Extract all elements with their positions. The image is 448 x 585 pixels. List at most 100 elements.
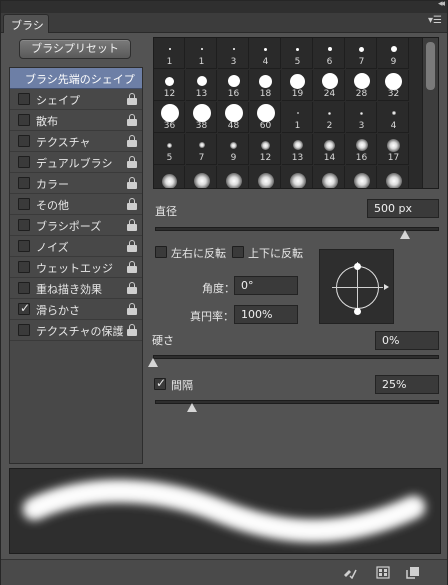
lock-icon[interactable] bbox=[127, 156, 137, 168]
diameter-slider-handle[interactable] bbox=[399, 230, 410, 239]
brush-tip-cell[interactable]: 17 bbox=[378, 134, 409, 165]
brush-presets-button[interactable]: ブラシプリセット bbox=[19, 39, 131, 59]
brush-tip-cell[interactable] bbox=[250, 166, 281, 188]
spacing-checkbox[interactable]: ✓ bbox=[154, 376, 166, 390]
brush-tip-cell[interactable]: 5 bbox=[282, 38, 313, 69]
brush-tip-cell[interactable]: 18 bbox=[250, 70, 281, 101]
roundness-handle-bottom[interactable] bbox=[354, 308, 361, 315]
brush-grid-scrollbar[interactable] bbox=[422, 38, 438, 188]
brush-tip-cell[interactable]: 4 bbox=[250, 38, 281, 69]
lock-icon[interactable] bbox=[127, 282, 137, 294]
brush-tip-cell[interactable]: 60 bbox=[250, 102, 281, 133]
lock-icon[interactable] bbox=[127, 198, 137, 210]
list-item[interactable]: ウェットエッジ bbox=[10, 257, 142, 278]
list-item-checkbox[interactable] bbox=[18, 219, 30, 231]
scrollbar-thumb[interactable] bbox=[426, 42, 435, 90]
roundness-field[interactable]: 100% bbox=[234, 305, 298, 324]
angle-field[interactable]: 0° bbox=[234, 276, 298, 295]
list-item-checkbox[interactable] bbox=[18, 135, 30, 147]
brush-tip-cell[interactable]: 1 bbox=[186, 38, 217, 69]
lock-icon[interactable] bbox=[127, 240, 137, 252]
brush-tip-cell[interactable]: 28 bbox=[346, 70, 377, 101]
brush-tip-cell[interactable]: 12 bbox=[154, 70, 185, 101]
brush-tip-cell[interactable] bbox=[186, 166, 217, 188]
new-preset-icon[interactable] bbox=[406, 566, 420, 579]
grid-view-icon[interactable] bbox=[376, 566, 390, 579]
brush-tip-cell[interactable]: 32 bbox=[378, 70, 409, 101]
list-item[interactable]: ブラシポーズ bbox=[10, 215, 142, 236]
brush-tip-cell[interactable]: 3 bbox=[218, 38, 249, 69]
flip-y-checkbox[interactable] bbox=[232, 246, 244, 258]
hardness-slider[interactable] bbox=[153, 355, 439, 359]
brush-tip-cell[interactable] bbox=[378, 166, 409, 188]
tab-brush[interactable]: ブラシ bbox=[3, 14, 49, 33]
flip-x-checkbox[interactable] bbox=[155, 246, 167, 258]
list-item[interactable]: デュアルブラシ bbox=[10, 152, 142, 173]
lock-icon[interactable] bbox=[127, 261, 137, 273]
hardness-slider-handle[interactable] bbox=[148, 358, 158, 367]
brush-tip-cell[interactable]: 12 bbox=[250, 134, 281, 165]
brush-tip-cell[interactable]: 6 bbox=[314, 38, 345, 69]
brush-tip-cell[interactable] bbox=[218, 166, 249, 188]
list-item-checkbox[interactable] bbox=[18, 261, 30, 273]
lock-icon[interactable] bbox=[127, 93, 137, 105]
spacing-field[interactable]: 25% bbox=[375, 375, 439, 394]
brush-tip-cell[interactable]: 16 bbox=[346, 134, 377, 165]
brush-tip-cell[interactable] bbox=[314, 166, 345, 188]
diameter-slider[interactable] bbox=[155, 227, 439, 231]
brush-tip-cell[interactable]: 9 bbox=[378, 38, 409, 69]
hardness-field[interactable]: 0% bbox=[375, 331, 439, 350]
spacing-slider-handle[interactable] bbox=[186, 403, 197, 412]
brush-tip-cell[interactable]: 1 bbox=[282, 102, 313, 133]
brush-tip-cell[interactable]: 48 bbox=[218, 102, 249, 133]
list-item-checkbox[interactable] bbox=[18, 324, 30, 336]
brush-tip-cell[interactable]: 5 bbox=[154, 134, 185, 165]
brush-tip-cell[interactable]: 7 bbox=[186, 134, 217, 165]
brush-tip-cell[interactable] bbox=[346, 166, 377, 188]
list-item-checkbox[interactable] bbox=[18, 114, 30, 126]
brush-tip-cell[interactable]: 9 bbox=[218, 134, 249, 165]
list-item[interactable]: テクスチャ bbox=[10, 131, 142, 152]
list-item-checkbox[interactable] bbox=[18, 240, 30, 252]
brush-tip-cell[interactable] bbox=[154, 166, 185, 188]
list-item-brush-tip-shape[interactable]: ブラシ先端のシェイプ bbox=[10, 68, 142, 89]
list-item[interactable]: シェイプ bbox=[10, 89, 142, 110]
lock-icon[interactable] bbox=[127, 114, 137, 126]
brush-tip-cell[interactable]: 14 bbox=[314, 134, 345, 165]
brush-tip-cell[interactable]: 3 bbox=[346, 102, 377, 133]
brush-tip-cell[interactable]: 13 bbox=[186, 70, 217, 101]
list-item[interactable]: カラー bbox=[10, 173, 142, 194]
angle-arrow-icon[interactable] bbox=[384, 284, 389, 290]
brush-tip-cell[interactable]: 38 bbox=[186, 102, 217, 133]
roundness-handle-top[interactable] bbox=[354, 263, 361, 270]
angle-roundness-widget[interactable] bbox=[319, 249, 394, 324]
lock-icon[interactable] bbox=[127, 135, 137, 147]
brush-tip-cell[interactable]: 36 bbox=[154, 102, 185, 133]
brush-tip-cell[interactable]: 2 bbox=[314, 102, 345, 133]
lock-icon[interactable] bbox=[127, 303, 137, 315]
list-item-checkbox[interactable] bbox=[18, 156, 30, 168]
brush-pose-icon[interactable] bbox=[343, 566, 357, 579]
list-item-checkbox[interactable] bbox=[18, 177, 30, 189]
brush-tip-cell[interactable] bbox=[282, 166, 313, 188]
diameter-field[interactable]: 500 px bbox=[367, 199, 439, 218]
brush-tip-cell[interactable]: 24 bbox=[314, 70, 345, 101]
list-item-checkbox[interactable] bbox=[18, 93, 30, 105]
brush-tip-cell[interactable]: 16 bbox=[218, 70, 249, 101]
brush-tip-cell[interactable]: 1 bbox=[154, 38, 185, 69]
lock-icon[interactable] bbox=[127, 324, 137, 336]
list-item[interactable]: テクスチャの保護 bbox=[10, 320, 142, 341]
list-item[interactable]: ✓ 滑らかさ bbox=[10, 299, 142, 320]
collapse-icon[interactable]: ◂◂ bbox=[438, 0, 445, 9]
brush-tip-cell[interactable]: 19 bbox=[282, 70, 313, 101]
panel-menu-icon[interactable]: ▾☰ bbox=[428, 15, 442, 26]
spacing-slider[interactable] bbox=[155, 400, 439, 404]
brush-tip-cell[interactable]: 13 bbox=[282, 134, 313, 165]
list-item[interactable]: ノイズ bbox=[10, 236, 142, 257]
list-item[interactable]: 重ね描き効果 bbox=[10, 278, 142, 299]
list-item[interactable]: 散布 bbox=[10, 110, 142, 131]
list-item-checkbox[interactable]: ✓ bbox=[18, 301, 30, 315]
lock-icon[interactable] bbox=[127, 219, 137, 231]
lock-icon[interactable] bbox=[127, 177, 137, 189]
list-item[interactable]: その他 bbox=[10, 194, 142, 215]
